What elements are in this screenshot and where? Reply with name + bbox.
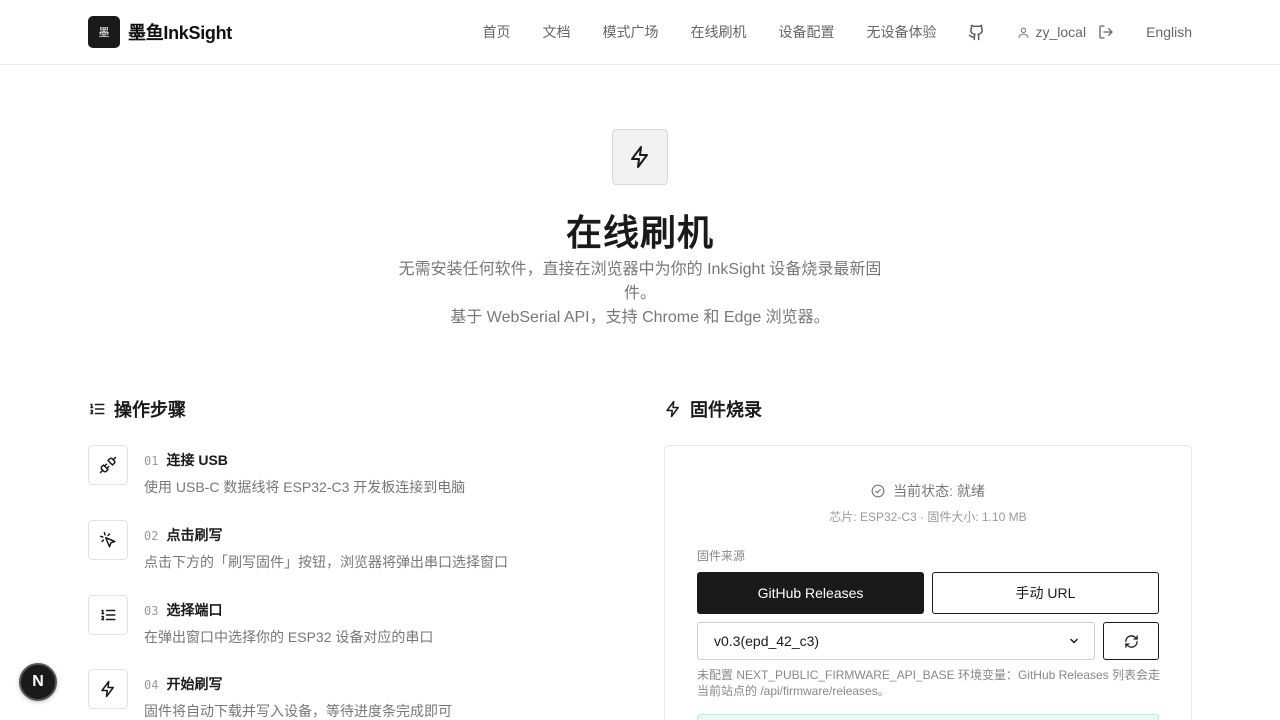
pointer-click-icon <box>88 520 128 560</box>
firmware-source-label: 固件来源 <box>697 549 746 563</box>
step-number: 02 <box>144 529 159 543</box>
step-number: 04 <box>144 678 159 692</box>
chevron-down-icon <box>1070 638 1078 644</box>
step-title: 连接 USB <box>166 452 228 468</box>
github-icon[interactable] <box>968 24 985 41</box>
step-title: 选择端口 <box>166 602 223 618</box>
step-item: 01 连接 USB 使用 USB-C 数据线将 ESP32-C3 开发板连接到电… <box>88 445 465 497</box>
logout-icon[interactable] <box>1098 24 1114 40</box>
lightning-icon <box>88 669 128 709</box>
nav-online-flash[interactable]: 在线刷机 <box>690 22 746 42</box>
brand-logo[interactable]: 墨 墨鱼InkSight <box>88 16 232 48</box>
nav-no-device-demo[interactable]: 无设备体验 <box>866 22 936 42</box>
refresh-button[interactable] <box>1103 622 1159 660</box>
step-title: 点击刷写 <box>166 527 223 543</box>
step-description: 在弹出窗口中选择你的 ESP32 设备对应的串口 <box>144 629 434 645</box>
list-icon <box>88 595 128 635</box>
top-header: 墨 墨鱼InkSight 首页 文档 模式广场 在线刷机 设备配置 无设备体验 … <box>0 0 1280 65</box>
flash-card: 当前状态: 就绪 芯片: ESP32-C3 · 固件大小: 1.10 MB 固件… <box>664 445 1192 720</box>
flash-title: 固件烧录 <box>690 400 762 420</box>
lightning-icon <box>612 129 668 185</box>
status-line: 当前状态: 就绪 <box>665 481 1191 501</box>
page-title: 在线刷机 <box>565 212 714 254</box>
success-banner <box>697 714 1159 720</box>
status-text: 当前状态: 就绪 <box>893 483 985 499</box>
steps-heading: 操作步骤 <box>88 396 186 422</box>
steps-title: 操作步骤 <box>114 400 186 420</box>
page-description: 无需安装任何软件，直接在浏览器中为你的 InkSight 设备烧录最新固件。 基… <box>390 258 890 330</box>
description-line-2: 基于 WebSerial API，支持 Chrome 和 Edge 浏览器。 <box>450 309 830 326</box>
user-menu[interactable]: zy_local <box>1017 24 1086 40</box>
step-number: 01 <box>144 454 159 468</box>
username-label: zy_local <box>1035 24 1087 40</box>
description-line-1: 无需安装任何软件，直接在浏览器中为你的 InkSight 设备烧录最新固件。 <box>398 261 882 302</box>
github-releases-button[interactable]: GitHub Releases <box>697 572 924 614</box>
step-description: 使用 USB-C 数据线将 ESP32-C3 开发板连接到电脑 <box>144 479 466 495</box>
flash-heading: 固件烧录 <box>664 396 762 422</box>
firmware-version-select[interactable]: v0.3(epd_42_c3) <box>697 622 1095 660</box>
nav-device-config[interactable]: 设备配置 <box>778 22 834 42</box>
next-dev-badge[interactable]: N <box>19 663 57 701</box>
step-description: 点击下方的「刷写固件」按钮，浏览器将弹出串口选择窗口 <box>144 554 508 570</box>
check-circle-icon <box>871 484 885 498</box>
main-nav: 首页 文档 模式广场 在线刷机 设备配置 无设备体验 zy_local Engl… <box>482 0 1192 64</box>
nav-docs[interactable]: 文档 <box>542 22 570 42</box>
list-icon <box>90 403 105 415</box>
selected-version: v0.3(epd_42_c3) <box>714 633 820 649</box>
plug-icon <box>88 445 128 485</box>
step-title: 开始刷写 <box>166 676 223 692</box>
logo-mark-icon: 墨 <box>88 16 120 48</box>
refresh-icon <box>1124 634 1138 648</box>
env-note: 未配置 NEXT_PUBLIC_FIRMWARE_API_BASE 环境变量：G… <box>697 668 1160 698</box>
step-item: 03 选择端口 在弹出窗口中选择你的 ESP32 设备对应的串口 <box>88 595 433 647</box>
lightning-icon <box>666 400 679 418</box>
step-item: 02 点击刷写 点击下方的「刷写固件」按钮，浏览器将弹出串口选择窗口 <box>88 520 508 572</box>
manual-url-button[interactable]: 手动 URL <box>932 572 1159 614</box>
nav-mode-plaza[interactable]: 模式广场 <box>602 22 658 42</box>
nav-home[interactable]: 首页 <box>482 22 510 42</box>
chip-info: 芯片: ESP32-C3 · 固件大小: 1.10 MB <box>829 510 1027 524</box>
brand-name: 墨鱼InkSight <box>128 23 232 43</box>
step-number: 03 <box>144 604 159 618</box>
step-description: 固件将自动下载并写入设备，等待进度条完成即可 <box>144 703 452 719</box>
step-item: 04 开始刷写 固件将自动下载并写入设备，等待进度条完成即可 <box>88 669 452 720</box>
user-icon <box>1019 27 1029 38</box>
language-toggle[interactable]: English <box>1146 24 1192 40</box>
